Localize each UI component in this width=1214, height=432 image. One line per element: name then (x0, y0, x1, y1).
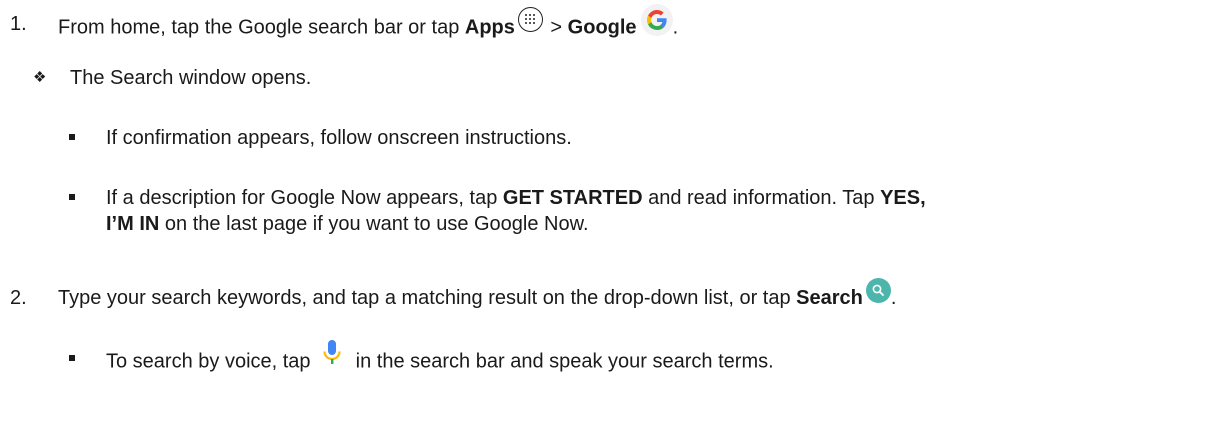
step-2-text: Type your search keywords, and tap a mat… (58, 278, 896, 311)
get-started-label: GET STARTED (502, 187, 643, 209)
bullet-description-line-2: I’M IN on the last page if you want to u… (106, 213, 589, 235)
search-icon (865, 278, 891, 304)
step-number: 1. (10, 13, 27, 35)
yes-label-part2: I’M IN (106, 213, 160, 235)
bullet-confirmation-text: If confirmation appears, follow onscreen… (106, 127, 572, 149)
step-1-text: From home, tap the Google search bar or … (58, 4, 679, 44)
search-label: Search (796, 287, 863, 309)
apps-icon (517, 6, 543, 32)
google-label: Google (567, 16, 637, 39)
separator: > (544, 16, 568, 39)
square-bullet-icon (69, 194, 75, 200)
google-icon (640, 4, 673, 36)
step-1-result-text: The Search window opens. (70, 67, 312, 89)
bullet-voice-text: To search by voice, tap in the search ba… (106, 340, 774, 377)
diamond-bullet-icon: ❖ (33, 69, 47, 86)
mic-icon (322, 339, 342, 369)
step-1-text-before: From home, tap the Google search bar or … (58, 16, 465, 39)
apps-label: Apps (464, 16, 515, 39)
square-bullet-icon (69, 355, 75, 361)
bullet-description-line-1: If a description for Google Now appears,… (106, 187, 926, 209)
step-number: 2. (10, 287, 27, 309)
step-1-end: . (672, 16, 679, 39)
square-bullet-icon (69, 134, 75, 140)
yes-label-part1: YES, (880, 187, 926, 209)
